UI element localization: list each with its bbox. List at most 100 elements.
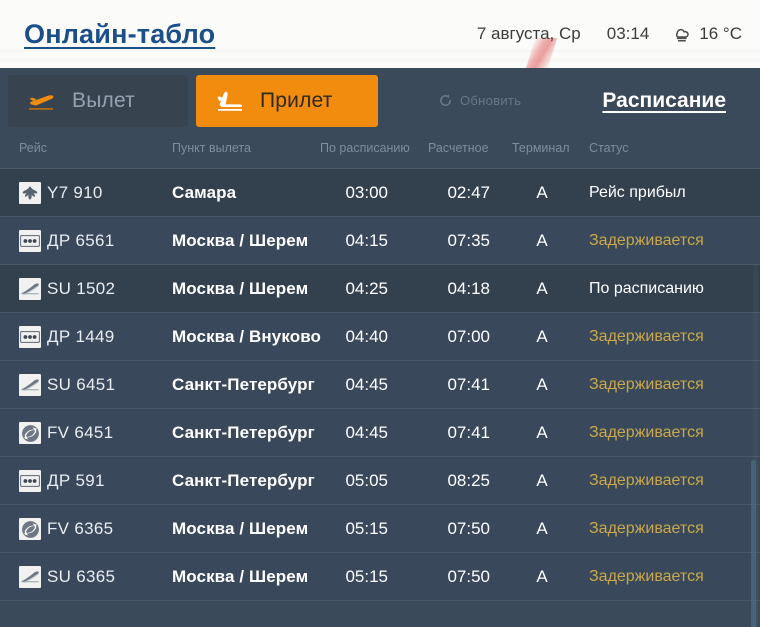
su-wing-icon (19, 278, 41, 300)
column-header-status: Статус (589, 141, 629, 155)
scheduled-time: 04:25 (345, 279, 388, 298)
table-row[interactable]: ДР 591 Санкт-Петербург 05:05 08:25 А Задержив… (0, 457, 760, 505)
scheduled-time: 04:45 (345, 375, 388, 394)
flight-number: FV 6451 (47, 423, 114, 442)
header-temperature: 16 °C (699, 24, 742, 43)
flight-number: ДР 6561 (47, 231, 115, 250)
terminal: А (536, 375, 548, 394)
scheduled-time: 04:40 (345, 327, 388, 346)
origin-airport: Москва / Шерем (172, 231, 309, 250)
terminal: А (536, 471, 548, 490)
flight-rows: Y7 910 Самара 03:00 02:47 А Рейс прибыл ДР 656… (0, 169, 760, 601)
origin-airport: Москва / Шерем (172, 519, 309, 538)
cloud-fog-icon (676, 28, 690, 42)
scheduled-time: 03:00 (345, 183, 388, 202)
table-row[interactable]: ДР 6561 Москва / Шерем 04:15 07:35 А Задержив… (0, 217, 760, 265)
airline-logo-cell (19, 313, 41, 361)
origin-airport: Санкт-Петербург (172, 375, 315, 394)
column-header-origin: Пункт вылета (172, 141, 251, 155)
status-text: Задерживается (589, 232, 704, 249)
airline-logo-cell (19, 361, 41, 409)
plane-takeoff-icon (29, 94, 54, 110)
origin-airport: Москва / Внуково (172, 327, 322, 346)
terminal: А (536, 183, 548, 202)
tab-arrival-label: Прилет (260, 88, 333, 112)
board-scrollbar-track[interactable] (751, 264, 758, 627)
flight-number: FV 6365 (47, 519, 114, 538)
status-text: Задерживается (589, 328, 704, 345)
board-scrollbar-thumb[interactable] (751, 460, 756, 627)
header-info-group: 7 августа, Ср 03:14 16 °C (477, 0, 742, 68)
schedule-link[interactable]: Расписание (602, 89, 726, 113)
flight-number: SU 6365 (47, 567, 116, 586)
estimated-time: 08:25 (447, 471, 490, 490)
column-header-estimated: Расчетное (428, 141, 489, 155)
terminal: А (536, 327, 548, 346)
dr-dots-icon (19, 470, 41, 492)
flight-number: ДР 591 (47, 471, 105, 490)
terminal: А (536, 279, 548, 298)
refresh-circle-icon (440, 94, 451, 106)
status-text: Задерживается (589, 520, 704, 537)
airline-logo-cell (19, 457, 41, 505)
refresh-button[interactable]: Обновить (438, 93, 521, 108)
header-weather: 16 °C (671, 24, 742, 44)
airline-logo-cell (19, 553, 41, 601)
table-column-headers: Рейс Пункт вылета По расписанию Расчетно… (0, 133, 760, 169)
tab-departure[interactable]: Вылет (8, 74, 188, 127)
column-header-scheduled: По расписанию (320, 141, 410, 155)
table-row[interactable]: Y7 910 Самара 03:00 02:47 А Рейс прибыл (0, 169, 760, 217)
su-wing-icon (19, 566, 41, 588)
scheduled-time: 04:45 (345, 423, 388, 442)
table-row[interactable]: FV 6365 Москва / Шерем 05:15 07:50 А Задержив… (0, 505, 760, 553)
flight-number: Y7 910 (47, 183, 103, 202)
origin-airport: Москва / Шерем (172, 279, 309, 298)
airline-logo-cell (19, 265, 41, 313)
estimated-time: 07:50 (447, 567, 490, 586)
terminal: А (536, 519, 548, 538)
flight-board: Вылет Прилет Обновить Расписание Рейс Пу… (0, 68, 760, 627)
tab-arrival[interactable]: Прилет (196, 74, 378, 127)
terminal: А (536, 423, 548, 442)
estimated-time: 07:35 (447, 231, 490, 250)
header-time: 03:14 (606, 24, 650, 43)
origin-airport: Москва / Шерем (172, 567, 309, 586)
estimated-time: 02:47 (447, 183, 490, 202)
status-text: Задерживается (589, 568, 704, 585)
estimated-time: 07:50 (447, 519, 490, 538)
table-row[interactable]: FV 6451 Санкт-Петербург 04:45 07:41 А Задержи… (0, 409, 760, 457)
plane-landing-icon (217, 91, 243, 111)
estimated-time: 07:41 (447, 375, 490, 394)
dr-dots-icon (19, 326, 41, 348)
terminal: А (536, 567, 548, 586)
flight-number: ДР 1449 (47, 327, 115, 346)
scheduled-time: 05:15 (345, 519, 388, 538)
estimated-time: 07:00 (447, 327, 490, 346)
s7-bird-icon (19, 182, 41, 204)
table-row[interactable]: SU 1502 Москва / Шерем 04:25 04:18 А По распи… (0, 265, 760, 313)
status-text: По расписанию (589, 280, 704, 297)
fv-swirl-icon (19, 518, 41, 540)
table-row[interactable]: SU 6365 Москва / Шерем 05:15 07:50 А Задержив… (0, 553, 760, 601)
fv-swirl-icon (19, 422, 41, 444)
status-text: Задерживается (589, 472, 704, 489)
refresh-label: Обновить (460, 93, 522, 108)
status-text: Задерживается (589, 376, 704, 393)
scheduled-time: 05:05 (345, 471, 388, 490)
dr-dots-icon (19, 230, 41, 252)
airline-logo-cell (19, 217, 41, 265)
tab-departure-label: Вылет (72, 88, 135, 112)
flight-number: SU 1502 (47, 279, 116, 298)
airline-logo-cell (19, 169, 41, 217)
online-board-title-link[interactable]: Онлайн-табло (24, 19, 215, 50)
airline-logo-cell (19, 505, 41, 553)
column-header-terminal: Терминал (512, 141, 570, 155)
estimated-time: 07:41 (447, 423, 490, 442)
status-text: Рейс прибыл (589, 184, 686, 201)
flight-number: SU 6451 (47, 375, 116, 394)
table-row[interactable]: SU 6451 Санкт-Петербург 04:45 07:41 А Задержи… (0, 361, 760, 409)
top-header-bar: Онлайн-табло 7 августа, Ср 03:14 16 °C (0, 0, 760, 68)
table-row[interactable]: ДР 1449 Москва / Внуково 04:40 07:00 А Задерж… (0, 313, 760, 361)
origin-airport: Самара (172, 183, 237, 202)
header-date: 7 августа, Ср (476, 24, 581, 43)
